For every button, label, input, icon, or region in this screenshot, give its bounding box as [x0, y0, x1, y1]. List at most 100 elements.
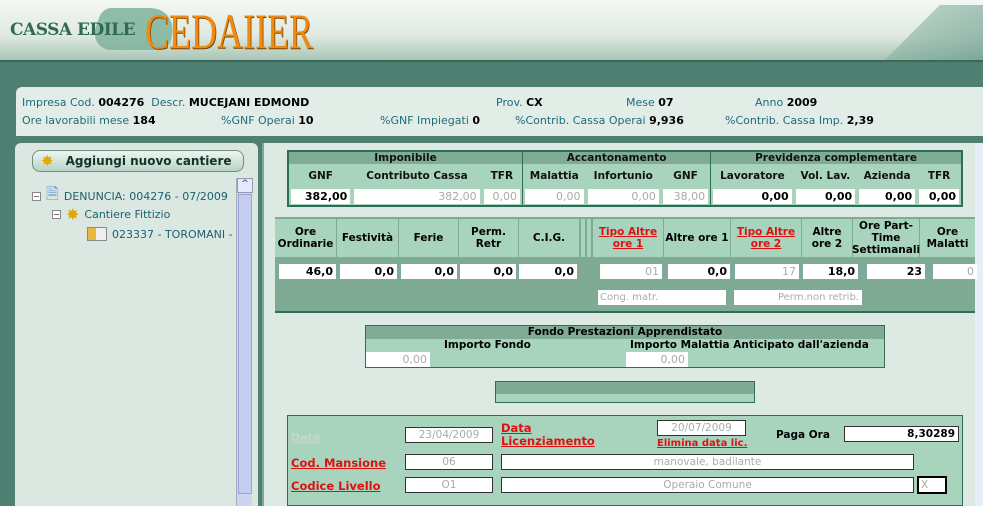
col-altre-ore-1: Altre ore 1	[664, 219, 730, 257]
data-licenziamento-link[interactable]: Data Licenziamento	[501, 422, 611, 448]
perm-retr-input[interactable]: 0,0	[460, 264, 516, 279]
col-malattia: Malattia	[521, 164, 586, 188]
collapse-icon[interactable]: −	[52, 210, 61, 219]
tipo-altre-ore-2-link[interactable]: Tipo Altre ore 2	[731, 219, 801, 257]
col-gnf-acc: GNF	[673, 169, 698, 182]
cig-input[interactable]: 0,0	[519, 264, 577, 279]
tfr-input: 0,00	[483, 189, 520, 204]
paga-ora-input[interactable]: 8,30289	[844, 426, 959, 442]
tree-item-cantiere[interactable]: − ✸ Cantiere Fittizio	[52, 205, 170, 224]
azienda-input[interactable]: 0,00	[859, 189, 916, 204]
col-gnf: GNF	[308, 169, 333, 182]
tree-label: DENUNCIA: 004276 - 07/2009	[63, 190, 228, 203]
tipo-altre-ore-1-link[interactable]: Tipo Altre ore 1	[593, 219, 663, 257]
infortunio-input: 0,00	[587, 189, 659, 204]
col-cig: C.I.G.	[519, 219, 579, 257]
festivita-input[interactable]: 0,0	[340, 264, 397, 279]
codice-livello-input: O1	[405, 477, 493, 493]
group-previdenza: Previdenza complementare	[710, 151, 963, 164]
cantiere-add-icon: ✸	[41, 152, 54, 170]
add-cantiere-button[interactable]: ✸ Aggiungi nuovo cantiere	[32, 150, 244, 172]
logo-small-text: CASSA EDILE	[10, 20, 136, 40]
ore-section: Ore Ordinarie Festività Ferie Perm. Retr…	[275, 217, 977, 313]
anno-label: Anno	[755, 96, 784, 109]
tipo-altre-ore-1-input: 01	[600, 264, 662, 279]
gnf-input[interactable]: 382,00	[291, 189, 351, 204]
tipo-2-description: Perm.non retrib.	[734, 290, 862, 305]
imponibile-table: Imponibile Accantonamento Previdenza com…	[287, 150, 963, 207]
ferie-input[interactable]: 0,0	[401, 264, 457, 279]
gnf-operai-value: 10	[298, 114, 314, 127]
cantiere-icon: ✸	[66, 205, 80, 224]
fondo-title: Fondo Prestazioni Apprendistato	[366, 326, 884, 339]
importo-fondo-label: Importo Fondo	[444, 339, 531, 351]
scroll-up-icon[interactable]: ^	[237, 178, 253, 193]
collapse-icon[interactable]: −	[32, 192, 41, 201]
worker-card-icon	[87, 227, 107, 241]
tipo-altre-ore-2-input: 17	[735, 264, 799, 279]
col-azienda: Azienda	[863, 169, 911, 182]
tree-label: Cantiere Fittizio	[84, 208, 171, 221]
part-time-input[interactable]: 23	[867, 264, 925, 279]
altre-ore-2-input[interactable]: 18,0	[803, 264, 858, 279]
descr-label: Descr.	[151, 96, 186, 109]
livello-description: Operaio Comune	[501, 477, 914, 493]
contrib-operai-label: %Contrib. Cassa Operai	[515, 114, 646, 127]
col-perm-retr: Perm. Retr	[459, 219, 518, 257]
company-info-panel: Impresa Cod. 004276 Descr. MUCEJANI EDMO…	[16, 87, 983, 136]
empty-section-bar	[495, 381, 755, 403]
tipo-1-description: Cong. matr.	[598, 290, 726, 305]
data-assunzione-label: Data	[291, 431, 321, 444]
tfr-prev-input[interactable]: 0,00	[919, 189, 959, 204]
separator	[587, 219, 591, 257]
contrib-imp-label: %Contrib. Cassa Imp.	[725, 114, 844, 127]
importo-malattia-input: 0,00	[626, 352, 688, 367]
livello-x-input[interactable]: X	[917, 476, 947, 494]
logo-text: CEDAIIER	[145, 3, 313, 59]
sidebar: ✸ Aggiungi nuovo cantiere − 🗎 DENUNCIA: …	[15, 143, 258, 506]
mese-value: 07	[658, 96, 674, 109]
col-vol-lav: Vol. Lav.	[800, 169, 851, 182]
gnf-impiegati-value: 0	[472, 114, 481, 127]
codice-livello-link[interactable]: Codice Livello	[291, 479, 380, 493]
elimina-data-lic-link[interactable]: Elimina data lic.	[657, 438, 747, 449]
data-licenziamento-input[interactable]: 20/07/2009	[657, 420, 746, 436]
col-ore-ordinarie: Ore Ordinarie	[275, 219, 336, 257]
header-decoration	[873, 5, 983, 60]
fondo-apprendistato-panel: Fondo Prestazioni Apprendistato Importo …	[365, 325, 885, 368]
prov-value: CX	[526, 96, 543, 109]
anno-value: 2009	[786, 96, 818, 109]
col-ore-malattia: Ore Malatti	[920, 219, 975, 257]
col-contributo-cassa: Contributo Cassa	[366, 169, 468, 182]
vol-lav-input[interactable]: 0,00	[795, 189, 856, 204]
group-accantonamento: Accantonamento	[522, 151, 712, 164]
data-assunzione-input: 23/04/2009	[405, 427, 493, 443]
col-lavoratore: Lavoratore	[710, 164, 794, 188]
altre-ore-1-input[interactable]: 0,0	[668, 264, 730, 279]
contrib-imp-value: 2,39	[846, 114, 874, 127]
scroll-thumb[interactable]	[238, 194, 252, 494]
col-ferie: Ferie	[399, 219, 458, 257]
lavoratore-input[interactable]: 0,00	[713, 189, 792, 204]
ore-ordinarie-input[interactable]: 46,0	[279, 264, 336, 279]
mansione-description: manovale, badilante	[501, 454, 914, 470]
contrib-operai-value: 9,936	[649, 114, 684, 127]
prov-label: Prov.	[496, 96, 523, 109]
malattia-input: 0,00	[524, 189, 584, 204]
cod-mansione-link[interactable]: Cod. Mansione	[291, 456, 386, 470]
group-imponibile: Imponibile	[288, 151, 523, 164]
col-tfr: TFR	[490, 169, 514, 182]
sidebar-scrollbar[interactable]: ^	[236, 178, 253, 506]
mese-label: Mese	[626, 96, 655, 109]
col-infortunio: Infortunio	[593, 169, 653, 182]
impresa-label: Impresa Cod.	[22, 96, 95, 109]
add-cantiere-label: Aggiungi nuovo cantiere	[65, 154, 232, 168]
tree-label: 023337 - TOROMANI - I	[112, 227, 240, 241]
main-scrollbar[interactable]	[975, 143, 983, 506]
impresa-code: 004276	[98, 96, 145, 109]
tree-item-worker[interactable]: 023337 - TOROMANI - I	[87, 227, 239, 241]
ore-malattia-input: 0	[933, 264, 977, 279]
ore-lavorabili-value: 184	[132, 114, 156, 127]
col-tfr-prev: TFR	[927, 169, 951, 182]
importo-fondo-input: 0,00	[366, 352, 430, 367]
